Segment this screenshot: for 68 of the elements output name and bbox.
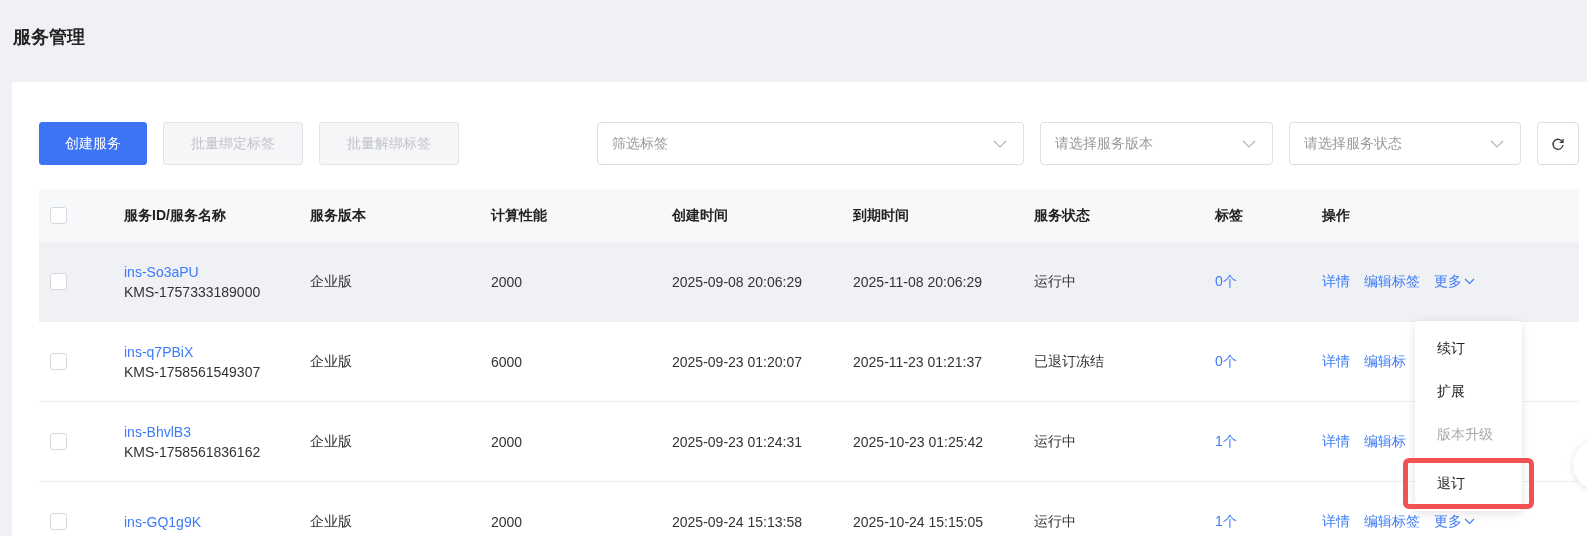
refresh-icon <box>1551 136 1566 151</box>
action-link[interactable]: 详情 <box>1322 272 1350 291</box>
action-link[interactable]: 详情 <box>1322 432 1350 451</box>
checkbox[interactable] <box>50 513 67 530</box>
action-link[interactable]: 编辑标签 <box>1364 512 1420 531</box>
service-id-link[interactable]: ins-BhvlB3 <box>124 423 310 440</box>
table-cell: 运行中 <box>1034 272 1076 289</box>
table-cell: 2000 <box>491 433 523 450</box>
table-cell: 已退订冻结 <box>1034 352 1104 369</box>
table-cell: 企业版 <box>310 432 352 449</box>
checkbox[interactable] <box>50 207 67 224</box>
select-field[interactable]: 筛选标签 <box>597 122 1025 165</box>
table-cell: 2025-09-08 20:06:29 <box>672 273 802 290</box>
checkbox[interactable] <box>50 353 67 370</box>
table-cell: 2025-09-24 15:13:58 <box>672 513 802 530</box>
menu-item[interactable]: 续订 <box>1415 327 1522 370</box>
table-cell: 6000 <box>491 353 523 370</box>
table-cell: 2000 <box>491 513 523 530</box>
table-cell: 2025-11-23 01:21:37 <box>853 353 982 370</box>
table-cell: 2025-11-08 20:06:29 <box>853 273 982 290</box>
checkbox[interactable] <box>50 273 67 290</box>
table-cell: 2025-10-24 15:15:05 <box>853 513 983 530</box>
service-id-link[interactable]: ins-q7PBiX <box>124 343 310 360</box>
select-field[interactable]: 请选择服务版本 <box>1040 122 1273 165</box>
table-cell: 企业版 <box>310 512 352 529</box>
column-header: 服务ID/服务名称 <box>124 206 226 223</box>
service-name: KMS-1758561836162 <box>124 443 262 460</box>
service-id-link[interactable]: ins-So3aPU <box>124 263 310 280</box>
action-link[interactable]: 编辑标 <box>1364 432 1406 451</box>
table-cell: 2025-10-23 01:25:42 <box>853 433 983 450</box>
refresh-button[interactable] <box>1537 122 1579 165</box>
page-title: 服务管理 <box>12 26 86 49</box>
tag-count-link[interactable]: 1个 <box>1215 512 1237 529</box>
action-link[interactable]: 编辑标签 <box>1364 272 1420 291</box>
column-header: 标签 <box>1215 206 1243 223</box>
action-link[interactable]: 详情 <box>1322 352 1350 371</box>
create-button[interactable]: 创建服务 <box>39 122 147 165</box>
service-name: KMS-1758561549307 <box>124 363 262 380</box>
tag-count-link[interactable]: 0个 <box>1215 272 1237 289</box>
tag-count-link[interactable]: 0个 <box>1215 352 1237 369</box>
table-cell: 2025-09-23 01:24:31 <box>672 433 802 450</box>
table-cell: 运行中 <box>1034 512 1076 529</box>
checkbox[interactable] <box>50 433 67 450</box>
menu-item[interactable]: 扩展 <box>1415 370 1522 413</box>
tag-count-link[interactable]: 1个 <box>1215 432 1237 449</box>
table-cell: 企业版 <box>310 352 352 369</box>
more-link[interactable]: 更多 <box>1434 272 1475 291</box>
table-cell: 企业版 <box>310 272 352 289</box>
chevron-down-icon <box>993 139 1008 148</box>
chevron-down-icon <box>1464 278 1475 285</box>
chevron-down-icon <box>1464 518 1475 525</box>
table-cell: 2025-09-23 01:20:07 <box>672 353 802 370</box>
chevron-down-icon <box>1241 139 1256 148</box>
column-header: 服务状态 <box>1034 206 1090 223</box>
column-header: 操作 <box>1322 206 1350 223</box>
table-cell: 2000 <box>491 273 523 290</box>
column-header: 计算性能 <box>491 206 547 223</box>
table-cell: 运行中 <box>1034 432 1076 449</box>
column-header: 到期时间 <box>853 206 909 223</box>
column-header: 创建时间 <box>672 206 728 223</box>
action-link[interactable]: 编辑标 <box>1364 352 1406 371</box>
column-header: 服务版本 <box>310 206 366 223</box>
more-link[interactable]: 更多 <box>1434 512 1475 531</box>
service-name: KMS-1757333189000 <box>124 283 262 300</box>
action-link[interactable]: 详情 <box>1322 512 1350 531</box>
service-id-link[interactable]: ins-GQ1g9K <box>124 513 310 530</box>
select-field[interactable]: 请选择服务状态 <box>1288 122 1522 165</box>
chevron-down-icon <box>1490 139 1505 148</box>
